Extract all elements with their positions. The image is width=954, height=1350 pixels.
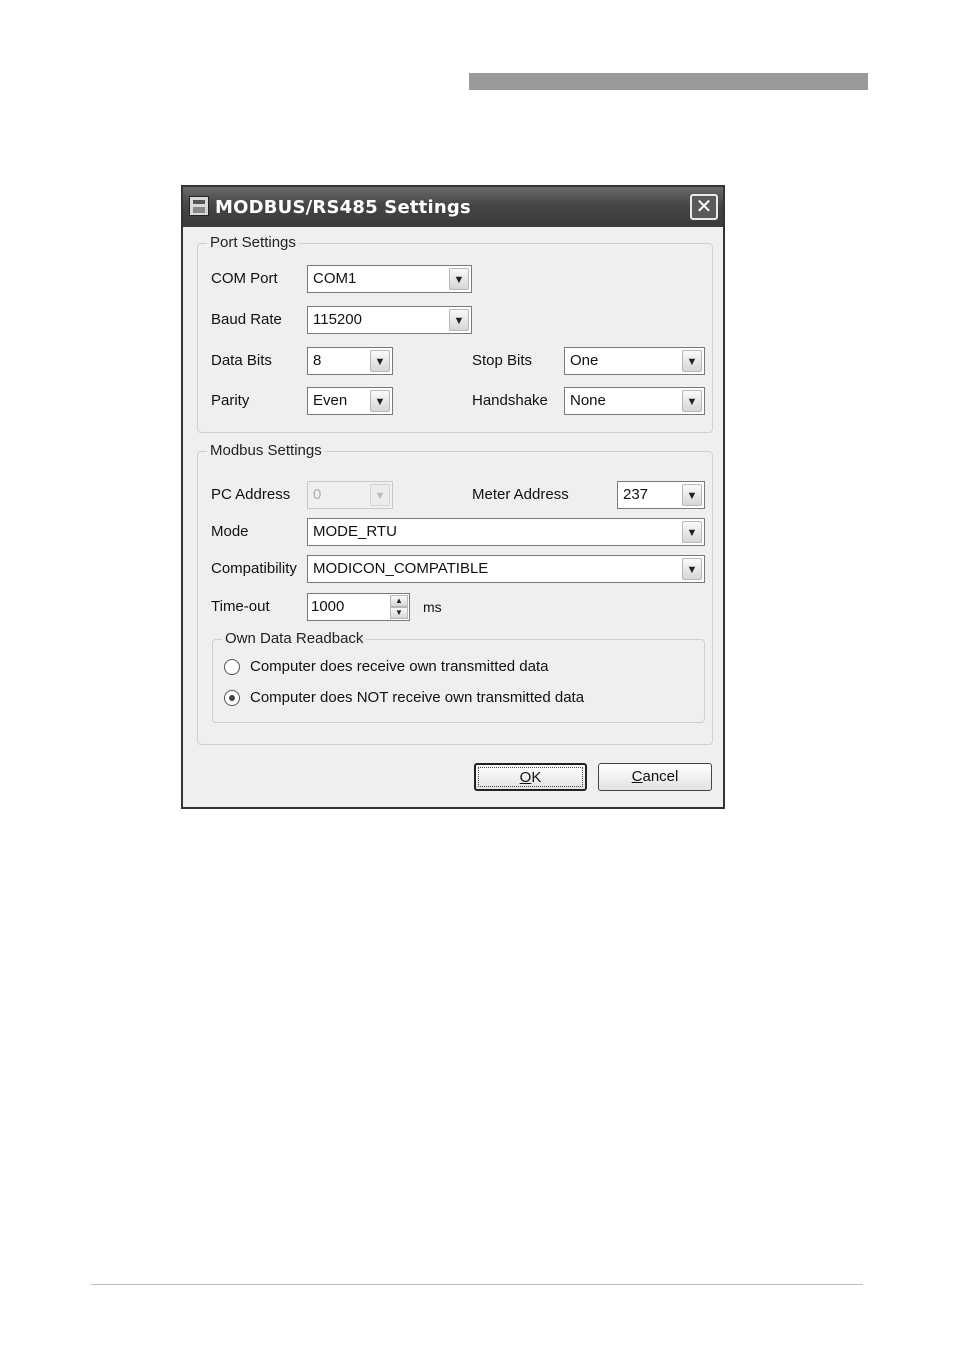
readback-option-label: Computer does receive own transmitted da… xyxy=(250,658,549,675)
timeout-unit: ms xyxy=(423,599,442,615)
chevron-down-icon: ▼ xyxy=(370,484,390,506)
compatibility-select[interactable]: MODICON_COMPATIBLE ▼ xyxy=(307,555,705,583)
pc-address-value: 0 xyxy=(313,486,322,503)
readback-group: Own Data Readback xyxy=(212,630,705,723)
parity-label: Parity xyxy=(211,392,250,409)
meter-address-value: 237 xyxy=(623,486,649,503)
handshake-value: None xyxy=(570,392,606,409)
page-header-bar xyxy=(469,73,868,90)
compatibility-label: Compatibility xyxy=(211,560,297,577)
cancel-button[interactable]: Cancel xyxy=(598,763,712,791)
timeout-stepper[interactable]: 1000 ▲ ▼ xyxy=(307,593,410,621)
pc-address-label: PC Address xyxy=(211,486,291,503)
baud-rate-label: Baud Rate xyxy=(211,311,282,328)
close-icon: ✕ xyxy=(695,196,713,218)
timeout-label: Time-out xyxy=(211,598,270,615)
baud-rate-value: 115200 xyxy=(313,311,362,328)
chevron-down-icon[interactable]: ▼ xyxy=(449,309,469,331)
chevron-down-icon[interactable]: ▼ xyxy=(682,350,702,372)
timeout-value: 1000 xyxy=(311,598,345,615)
data-bits-value: 8 xyxy=(313,352,322,369)
chevron-down-icon[interactable]: ▼ xyxy=(682,558,702,580)
readback-option-not-receive[interactable]: Computer does NOT receive own transmitte… xyxy=(224,689,624,709)
ok-mnemonic: O xyxy=(519,769,532,786)
footer-divider xyxy=(91,1284,863,1285)
port-settings-label: Port Settings xyxy=(207,234,299,251)
data-bits-select[interactable]: 8 ▼ xyxy=(307,347,393,375)
stop-bits-value: One xyxy=(570,352,599,369)
readback-option-receive[interactable]: Computer does receive own transmitted da… xyxy=(224,658,624,678)
close-button[interactable]: ✕ xyxy=(690,194,718,220)
cancel-label-rest: ancel xyxy=(642,768,679,785)
modbus-settings-label: Modbus Settings xyxy=(207,442,325,459)
parity-value: Even xyxy=(313,392,348,409)
radio-button[interactable] xyxy=(224,659,240,675)
chevron-down-icon[interactable]: ▼ xyxy=(370,350,390,372)
mode-select[interactable]: MODE_RTU ▼ xyxy=(307,518,705,546)
dialog-title: MODBUS/RS485 Settings xyxy=(215,197,471,218)
meter-address-label: Meter Address xyxy=(472,486,569,503)
modbus-settings-dialog: MODBUS/RS485 Settings ✕ Port Settings CO… xyxy=(181,185,725,809)
readback-label: Own Data Readback xyxy=(222,630,367,647)
data-bits-label: Data Bits xyxy=(211,352,272,369)
parity-select[interactable]: Even ▼ xyxy=(307,387,393,415)
ok-button-focus: OK xyxy=(478,767,583,787)
readback-option-label: Computer does NOT receive own transmitte… xyxy=(250,689,585,706)
cancel-mnemonic: C xyxy=(631,768,643,785)
chevron-down-icon[interactable]: ▼ xyxy=(682,390,702,412)
spin-up-icon[interactable]: ▲ xyxy=(390,595,408,607)
mode-value: MODE_RTU xyxy=(313,523,397,540)
ok-label-rest: K xyxy=(531,769,542,786)
baud-rate-select[interactable]: 115200 ▼ xyxy=(307,306,472,334)
chevron-down-icon[interactable]: ▼ xyxy=(682,484,702,506)
compatibility-value: MODICON_COMPATIBLE xyxy=(313,560,489,577)
app-icon xyxy=(189,196,209,216)
com-port-value: COM1 xyxy=(313,270,357,287)
handshake-label: Handshake xyxy=(472,392,548,409)
com-port-select[interactable]: COM1 ▼ xyxy=(307,265,472,293)
dialog-titlebar[interactable]: MODBUS/RS485 Settings ✕ xyxy=(183,187,723,227)
stop-bits-label: Stop Bits xyxy=(472,352,533,369)
mode-label: Mode xyxy=(211,523,249,540)
radio-button-checked[interactable] xyxy=(224,690,240,706)
handshake-select[interactable]: None ▼ xyxy=(564,387,705,415)
com-port-label: COM Port xyxy=(211,270,278,287)
pc-address-select: 0 ▼ xyxy=(307,481,393,509)
stop-bits-select[interactable]: One ▼ xyxy=(564,347,705,375)
meter-address-select[interactable]: 237 ▼ xyxy=(617,481,705,509)
ok-button[interactable]: OK xyxy=(474,763,587,791)
chevron-down-icon[interactable]: ▼ xyxy=(682,521,702,543)
chevron-down-icon[interactable]: ▼ xyxy=(449,268,469,290)
spin-down-icon[interactable]: ▼ xyxy=(390,607,408,619)
chevron-down-icon[interactable]: ▼ xyxy=(370,390,390,412)
